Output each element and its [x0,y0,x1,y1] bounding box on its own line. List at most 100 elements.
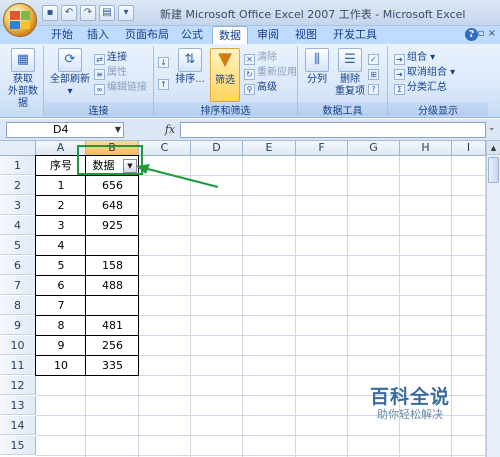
row-header-4[interactable]: 4 [0,216,36,235]
funnel-icon: ▼ [218,49,232,70]
annotation-arrow [136,164,219,188]
ungroup-icon: ➜ [394,69,405,80]
remove-duplicates-button[interactable]: ☰ 删除 重复项 [334,48,366,98]
table-border-h [35,335,139,336]
tab-home[interactable]: 开始 [48,26,76,44]
select-all-corner[interactable] [0,141,36,156]
cell-a4[interactable]: 3 [36,216,86,235]
ribbon: ▦ 获取 外部数据 ⟳ 全部刷新 ▾ ⇄ 连接 ≡ 属性 ∞ 编辑链接 连接 ↓ ↑ … [0,44,500,118]
table-border-h [35,255,139,256]
refresh-all-button[interactable]: ⟳ 全部刷新 ▾ [50,48,90,98]
consolidate-icon[interactable]: ⊞ [368,66,381,80]
tab-review[interactable]: 审阅 [254,26,282,44]
table-border-h [35,295,139,296]
group-button[interactable]: ➜ 组合 ▾ [394,51,435,65]
watermark-subtitle: 助你轻松解决 [377,408,443,421]
row-header-13[interactable]: 13 [0,396,36,415]
ungroup-button[interactable]: ➜ 取消组合 ▾ [394,66,455,80]
column-header-i[interactable]: I [452,141,486,156]
advanced-button[interactable]: ⚲ 高级 [244,81,277,95]
sort-button[interactable]: ⇅ 排序... [174,48,206,86]
filter-button[interactable]: ▼ 筛选 [210,48,240,102]
row-header-3[interactable]: 3 [0,196,36,215]
row-header-6[interactable]: 6 [0,256,36,275]
vertical-scrollbar[interactable]: ▲ [486,141,500,457]
sort-az-icon[interactable]: ↓ [158,54,171,68]
column-header-d[interactable]: D [191,141,243,156]
name-box[interactable]: D4 ▼ [6,122,124,138]
cell-b7[interactable]: 488 [86,276,139,295]
cell-a5[interactable]: 4 [36,236,86,255]
cell-b3[interactable]: 648 [86,196,139,215]
row-header-14[interactable]: 14 [0,416,36,435]
column-header-e[interactable]: E [243,141,296,156]
scroll-thumb[interactable] [488,157,499,183]
cell-a8[interactable]: 7 [36,296,86,315]
undo-icon[interactable]: ↶ [61,5,77,21]
tab-insert[interactable]: 插入 [84,26,112,44]
row-header-11[interactable]: 11 [0,356,36,375]
row-header-1[interactable]: 1 [0,156,36,175]
cell-b5[interactable] [86,236,139,255]
cell-b9[interactable]: 481 [86,316,139,335]
name-box-dropdown-icon[interactable]: ▼ [115,123,121,137]
tab-view[interactable]: 视图 [292,26,320,44]
cell-a11[interactable]: 10 [36,356,86,375]
row-header-15[interactable]: 15 [0,436,36,455]
remove-dup-line2: 重复项 [335,86,365,97]
row-header-2[interactable]: 2 [0,176,36,195]
cell-b10[interactable]: 256 [86,336,139,355]
quick-access-toolbar: ▪ ↶ ↷ ▤ ▾ [42,5,134,21]
scroll-up-icon[interactable]: ▲ [487,141,500,155]
cell-a3[interactable]: 2 [36,196,86,215]
remove-duplicates-icon: ☰ [338,48,362,72]
text-to-columns-button[interactable]: ⫼ 分列 [302,48,332,86]
cell-a7[interactable]: 6 [36,276,86,295]
cell-a6[interactable]: 5 [36,256,86,275]
get-external-data-button[interactable]: ▦ 获取 外部数据 [6,48,40,110]
data-validation-icon[interactable]: ✓ [368,51,381,65]
column-header-c[interactable]: C [139,141,191,156]
tab-data[interactable]: 数据 [212,26,248,44]
fx-icon[interactable]: fx [162,122,178,138]
properties-button[interactable]: ≡ 属性 [94,66,127,80]
expand-formula-icon[interactable]: ⌄ [488,123,498,137]
print-preview-icon[interactable]: ▤ [99,5,115,21]
row-header-9[interactable]: 9 [0,316,36,335]
outline-group-label: 分级显示 [388,102,488,117]
row-header-10[interactable]: 10 [0,336,36,355]
save-icon[interactable]: ▪ [42,5,58,21]
clear-button[interactable]: ✕ 清除 [244,51,277,65]
cell-b8[interactable] [86,296,139,315]
ribbon-window-controls[interactable]: – ▫ × [469,28,496,39]
formula-input[interactable] [180,122,486,138]
cell-b11[interactable]: 335 [86,356,139,375]
cell-a2[interactable]: 1 [36,176,86,195]
name-box-value: D4 [53,123,69,136]
row-header-7[interactable]: 7 [0,276,36,295]
row-header-8[interactable]: 8 [0,296,36,315]
office-button[interactable] [3,3,37,37]
cell-a9[interactable]: 8 [36,316,86,335]
tab-developer[interactable]: 开发工具 [330,26,380,44]
subtotal-button[interactable]: Σ 分类汇总 [394,81,447,95]
column-header-h[interactable]: H [400,141,452,156]
cell-b6[interactable]: 158 [86,256,139,275]
sort-icon: ⇅ [178,48,202,72]
customize-icon[interactable]: ▾ [118,5,134,21]
redo-icon[interactable]: ↷ [80,5,96,21]
sort-za-icon[interactable]: ↑ [158,76,171,90]
refresh-all-label: 全部刷新 [50,74,90,85]
cell-a10[interactable]: 9 [36,336,86,355]
tab-page-layout[interactable]: 页面布局 [120,26,174,44]
cell-b4[interactable]: 925 [86,216,139,235]
edit-links-button[interactable]: ∞ 编辑链接 [94,81,147,95]
column-header-g[interactable]: G [348,141,400,156]
row-header-12[interactable]: 12 [0,376,36,395]
column-header-f[interactable]: F [296,141,348,156]
what-if-icon[interactable]: ? [368,81,381,95]
reapply-button[interactable]: ↻ 重新应用 [244,66,297,80]
connections-button[interactable]: ⇄ 连接 [94,51,127,65]
tab-formulas[interactable]: 公式 [178,26,206,44]
row-header-5[interactable]: 5 [0,236,36,255]
